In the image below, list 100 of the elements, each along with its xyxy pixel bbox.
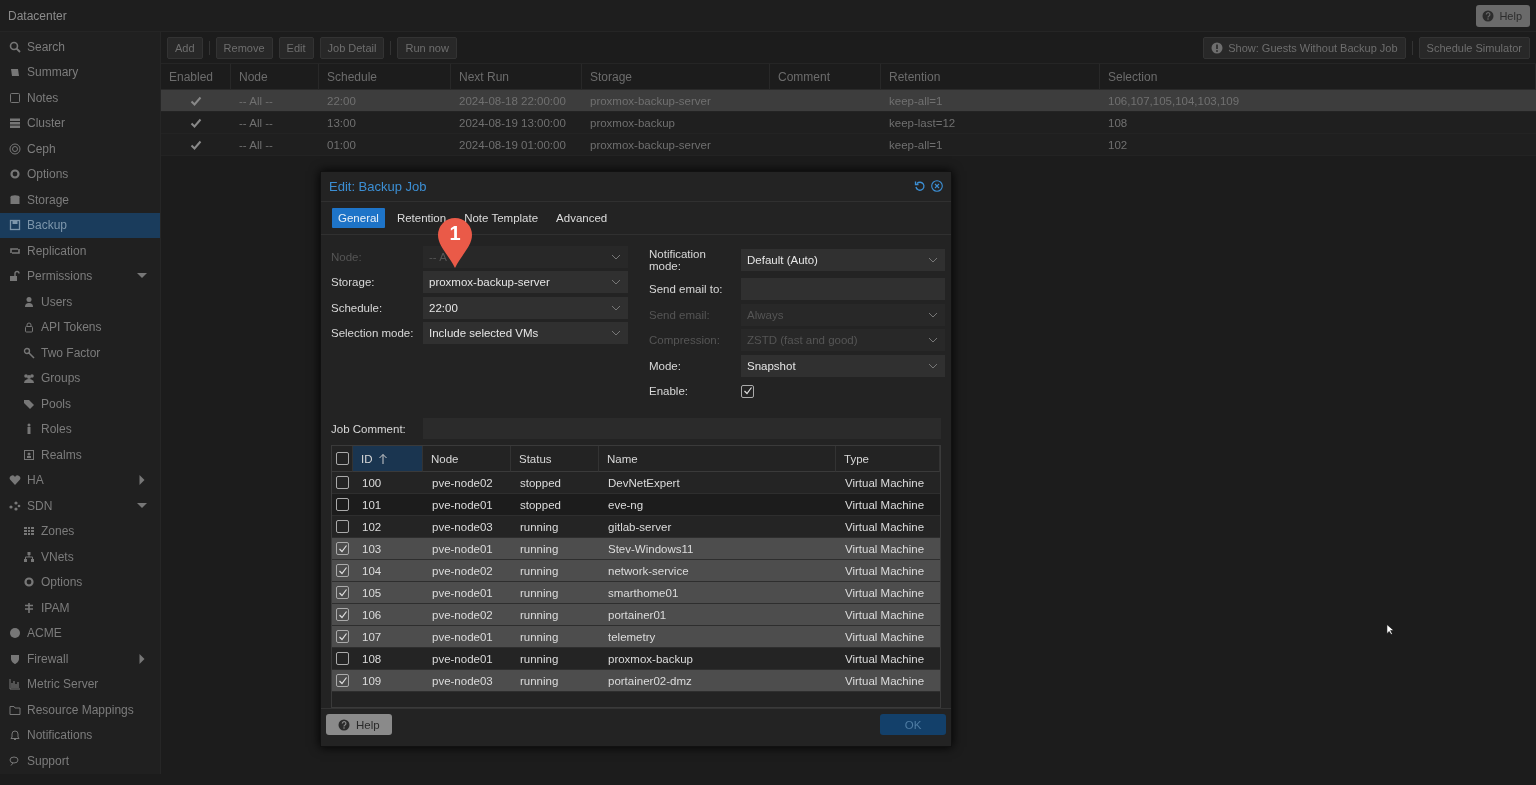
database-icon: [9, 193, 21, 206]
schedule-simulator-button[interactable]: Schedule Simulator: [1418, 36, 1530, 59]
sidebar-item[interactable]: Firewall: [0, 646, 160, 672]
sidebar-item[interactable]: Options: [0, 569, 160, 595]
sidebar-item[interactable]: Summary: [0, 59, 160, 85]
sidebar-item[interactable]: Permissions: [0, 263, 160, 289]
toolbar-button[interactable]: Add: [167, 36, 203, 59]
sidebar-item[interactable]: Storage: [0, 187, 160, 213]
sort-arrow-icon: [376, 452, 389, 465]
row-checkbox[interactable]: [336, 520, 349, 534]
table-cell: running: [511, 582, 599, 605]
signpost-icon: [23, 601, 35, 614]
row-checkbox[interactable]: [336, 674, 349, 688]
sidebar-item[interactable]: Realms: [0, 442, 160, 468]
table-cell: stopped: [511, 494, 599, 517]
dialog-tab[interactable]: General: [332, 207, 385, 228]
sidebar-item[interactable]: SDN: [0, 493, 160, 519]
key-icon: [23, 346, 35, 359]
row-checkbox[interactable]: [336, 542, 349, 556]
id-card-icon: [23, 448, 35, 461]
dialog-tab[interactable]: Note Template: [458, 207, 545, 228]
sidebar-item[interactable]: Support: [0, 748, 160, 774]
dropdown-field[interactable]: Snapshot: [741, 354, 945, 377]
reset-icon[interactable]: [914, 180, 926, 193]
sidebar-item[interactable]: Groups: [0, 365, 160, 391]
sidebar-item[interactable]: Replication: [0, 238, 160, 264]
table-cell: Virtual Machine: [836, 670, 940, 693]
sidebar-item[interactable]: Metric Server: [0, 671, 160, 697]
table-cell: telemetry: [599, 626, 836, 649]
table-cell: pve-node01: [423, 582, 511, 605]
table-cell: network-service: [599, 560, 836, 583]
server-icon: [9, 117, 21, 130]
row-checkbox[interactable]: [336, 630, 349, 644]
network-icon: [23, 550, 35, 563]
exclamation-icon: [1211, 41, 1224, 54]
help-icon: [338, 718, 350, 731]
dropdown-field[interactable]: Default (Auto): [741, 249, 945, 272]
row-checkbox[interactable]: [336, 476, 349, 490]
row-checkbox[interactable]: [336, 498, 349, 512]
field-label: Storage:: [331, 276, 376, 289]
ok-button[interactable]: OK: [880, 714, 946, 735]
select-all-checkbox[interactable]: [336, 452, 349, 466]
sidebar-item[interactable]: Notes: [0, 85, 160, 111]
dropdown-field[interactable]: 22:00: [423, 296, 628, 319]
sidebar-item[interactable]: Options: [0, 161, 160, 187]
row-checkbox[interactable]: [336, 652, 349, 666]
sidebar-item[interactable]: Resource Mappings: [0, 697, 160, 723]
sidebar-item[interactable]: Notifications: [0, 722, 160, 748]
sidebar-item[interactable]: Backup: [0, 212, 160, 238]
certificate-icon: [9, 627, 21, 640]
help-button[interactable]: Help: [1476, 4, 1530, 27]
help-button[interactable]: Help: [326, 714, 392, 735]
row-checkbox[interactable]: [336, 608, 349, 622]
sidebar-item[interactable]: Two Factor: [0, 340, 160, 366]
row-checkbox[interactable]: [336, 586, 349, 600]
toolbar-button[interactable]: Run now: [397, 36, 457, 59]
folder-icon: [9, 703, 21, 716]
help-icon: [1482, 9, 1495, 22]
sidebar-item[interactable]: Roles: [0, 416, 160, 442]
dialog-tab[interactable]: Retention: [390, 207, 453, 228]
sidebar-item[interactable]: ACME: [0, 620, 160, 646]
field-label: Notification mode:: [649, 248, 707, 273]
heartbeat-icon: [9, 474, 21, 487]
toolbar-button[interactable]: Edit: [278, 36, 314, 59]
table-cell: pve-node02: [423, 560, 511, 583]
close-icon[interactable]: [931, 180, 943, 193]
sidebar-item[interactable]: Users: [0, 289, 160, 315]
toolbar-button[interactable]: Job Detail: [319, 36, 385, 59]
sidebar-item[interactable]: Cluster: [0, 110, 160, 136]
sidebar-item[interactable]: HA: [0, 467, 160, 493]
dialog-tab[interactable]: Advanced: [550, 207, 614, 228]
dropdown-field[interactable]: proxmox-backup-server: [423, 271, 628, 294]
table-cell: running: [511, 538, 599, 561]
field-label: Job Comment:: [331, 422, 407, 435]
table-cell: pve-node01: [423, 538, 511, 561]
show-guests-button[interactable]: Show: Guests Without Backup Job: [1203, 36, 1406, 59]
toolbar-button[interactable]: Remove: [215, 36, 273, 59]
table-cell: running: [511, 604, 599, 627]
sidebar-item[interactable]: API Tokens: [0, 314, 160, 340]
nodes-icon: [9, 499, 21, 512]
sidebar-item[interactable]: Zones: [0, 518, 160, 544]
sidebar-item[interactable]: Ceph: [0, 136, 160, 162]
table-cell: Stev-Windows11: [599, 538, 836, 561]
note-icon: [9, 91, 21, 104]
table-cell: portainer01: [599, 604, 836, 627]
table-cell: running: [511, 626, 599, 649]
table-cell: pve-node03: [423, 670, 511, 693]
table-cell: 106: [353, 604, 423, 627]
sidebar-item[interactable]: Search: [0, 34, 160, 60]
field-label: Enable:: [649, 385, 689, 398]
table-cell: portainer02-dmz: [599, 670, 836, 693]
column-header[interactable]: ID: [353, 446, 423, 473]
sidebar-item[interactable]: IPAM: [0, 595, 160, 621]
shield-icon: [9, 652, 21, 665]
sidebar-item[interactable]: Pools: [0, 391, 160, 417]
checkbox[interactable]: [741, 384, 754, 398]
row-checkbox[interactable]: [336, 564, 349, 578]
table-cell: Virtual Machine: [836, 604, 940, 627]
sidebar-item[interactable]: VNets: [0, 544, 160, 570]
dropdown-field[interactable]: Include selected VMs: [423, 322, 628, 345]
